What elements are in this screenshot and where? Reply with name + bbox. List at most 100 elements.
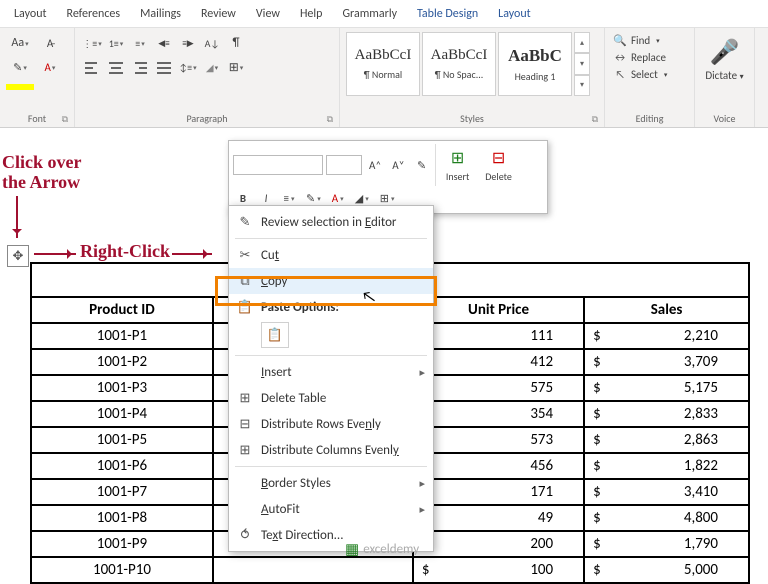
show-marks-button[interactable] — [225, 32, 247, 54]
bullets-button[interactable]: ▾ — [81, 32, 103, 54]
anno-click-over: Click over — [2, 152, 81, 173]
group-styles: AaBbCcI ¶ Normal AaBbCcI ¶ No Spac... Aa… — [340, 28, 605, 127]
delete-table-icon: ⊞ — [235, 391, 255, 406]
context-menu: ✎Review selection in Editor ✂Cut ⧉Copy 📋… — [228, 205, 434, 552]
mini-format-painter[interactable]: ✎ — [412, 155, 432, 175]
group-label-voice: Voice — [713, 110, 735, 125]
ribbon-tabs: Layout References Mailings Review View H… — [0, 0, 768, 28]
ctx-sep3 — [235, 466, 427, 467]
tab-grammarly[interactable]: Grammarly — [332, 3, 407, 25]
align-center-button[interactable] — [105, 56, 127, 78]
mini-font-name[interactable] — [233, 155, 323, 175]
ctx-border-styles[interactable]: Border Styles▸ — [229, 470, 433, 496]
ctx-delete-table[interactable]: ⊞Delete Table — [229, 385, 433, 411]
delete-icon: ⊟ — [492, 148, 505, 168]
ctx-dist-rows[interactable]: ⊟Distribute Rows Evenly — [229, 411, 433, 437]
watermark: ▦exceldemy — [345, 540, 419, 559]
ctx-sep2 — [235, 355, 427, 356]
change-case-button[interactable]: ▾ — [6, 32, 34, 54]
ctx-paste-block: 📋 — [229, 320, 433, 352]
justify-button[interactable] — [153, 56, 175, 78]
mini-insert-button[interactable]: ⊞Insert — [439, 144, 477, 186]
highlight-swatch — [6, 84, 34, 90]
replace-button[interactable]: ↔Replace — [611, 49, 688, 66]
tab-table-design[interactable]: Table Design — [407, 3, 488, 25]
styles-more-icon[interactable]: ▾ — [574, 75, 590, 96]
shading-button[interactable]: ▾ — [201, 56, 223, 78]
styles-down-icon[interactable]: ▾ — [574, 53, 590, 74]
group-voice: 🎤 Dictate ▾ Voice — [695, 28, 755, 127]
style-normal[interactable]: AaBbCcI ¶ Normal — [346, 32, 420, 96]
numbering-button[interactable]: ▾ — [105, 32, 127, 54]
chevron-right-icon-3: ▸ — [419, 503, 425, 516]
table-row[interactable]: 1001-P10$100$5,000 — [31, 557, 749, 583]
ctx-autofit[interactable]: AutoFit▸ — [229, 496, 433, 522]
col-unit-price: Unit Price — [413, 297, 584, 323]
grow-font-button[interactable]: A˄ — [365, 155, 385, 175]
align-left-button[interactable] — [81, 56, 103, 78]
borders-button[interactable]: ▾ — [225, 56, 247, 78]
dist-rows-icon: ⊟ — [235, 417, 255, 432]
mic-icon[interactable]: 🎤 — [710, 38, 740, 67]
anno-arrow-down — [16, 196, 18, 238]
tab-view[interactable]: View — [246, 3, 290, 25]
editor-icon: ✎ — [235, 215, 255, 230]
multilevel-button[interactable]: ▾ — [129, 32, 151, 54]
styles-scroll[interactable]: ▴ ▾ ▾ — [574, 32, 590, 96]
tab-review[interactable]: Review — [191, 3, 246, 25]
paste-icon: 📋 — [235, 300, 255, 315]
style-heading1[interactable]: AaBbC Heading 1 — [498, 32, 572, 96]
highlight-button[interactable]: ✎▾ — [6, 56, 34, 78]
col-sales: Sales — [584, 297, 749, 323]
sort-button[interactable] — [201, 32, 223, 54]
line-spacing-button[interactable]: ▾ — [177, 56, 199, 78]
clear-format-button[interactable]: A̶ — [36, 32, 64, 54]
group-paragraph: ▾ ▾ ▾ ▾ ▾ ▾ Paragraph⧉ — [75, 28, 340, 127]
table-move-handle[interactable]: ✥ — [7, 245, 29, 267]
ctx-insert[interactable]: Insert▸ — [229, 359, 433, 385]
excel-icon: ▦ — [345, 540, 359, 559]
styles-up-icon[interactable]: ▴ — [574, 32, 590, 53]
ctx-paste-options: 📋Paste Options: — [229, 294, 433, 320]
ribbon: ▾ A̶ ✎▾ A▾ Font⧉ ▾ ▾ ▾ ▾ ▾ ▾ Paragr — [0, 28, 768, 128]
select-icon: ↖ — [613, 68, 627, 81]
ctx-review-editor[interactable]: ✎Review selection in Editor — [229, 209, 433, 235]
ctx-sep — [235, 238, 427, 239]
chevron-right-icon-2: ▸ — [419, 477, 425, 490]
style-no-spacing[interactable]: AaBbCcI ¶ No Spac... — [422, 32, 496, 96]
group-label-editing: Editing — [611, 110, 688, 125]
ctx-cut[interactable]: ✂Cut — [229, 242, 433, 268]
decrease-indent-button[interactable] — [153, 32, 175, 54]
insert-icon: ⊞ — [451, 148, 464, 168]
search-icon: 🔍 — [613, 34, 627, 47]
increase-indent-button[interactable] — [177, 32, 199, 54]
tab-help[interactable]: Help — [290, 3, 333, 25]
shrink-font-button[interactable]: A˅ — [388, 155, 408, 175]
mini-font-size[interactable] — [326, 155, 362, 175]
find-button[interactable]: 🔍Find▾ — [611, 32, 688, 49]
dictate-button[interactable]: Dictate ▾ — [705, 69, 743, 82]
group-font: ▾ A̶ ✎▾ A▾ Font⧉ — [0, 28, 75, 127]
group-label-styles: Styles⧉ — [346, 110, 598, 125]
group-label-paragraph: Paragraph⧉ — [81, 110, 333, 125]
paste-option-1[interactable]: 📋 — [261, 322, 289, 348]
tab-layout[interactable]: Layout — [4, 3, 57, 25]
select-button[interactable]: ↖Select▾ — [611, 66, 688, 83]
tab-table-layout[interactable]: Layout — [488, 3, 541, 25]
ctx-dist-cols[interactable]: ⊞Distribute Columns Evenly — [229, 437, 433, 463]
tab-mailings[interactable]: Mailings — [130, 3, 191, 25]
tab-references[interactable]: References — [57, 3, 131, 25]
anno-right-click: Right-Click — [80, 241, 170, 262]
dist-cols-icon: ⊞ — [235, 443, 255, 458]
ctx-copy[interactable]: ⧉Copy — [229, 268, 433, 294]
group-label-font: Font⧉ — [6, 110, 68, 125]
font-color-button[interactable]: A▾ — [36, 56, 64, 78]
anno-arrow-right-2 — [172, 253, 212, 255]
text-direction-icon: ⥀ — [235, 528, 255, 543]
mini-toolbar: A˄ A˅ ✎ ⊞Insert ⊟Delete B I ≡▾ ✎▾ A▾ ◢▾ … — [228, 140, 548, 214]
group-editing: 🔍Find▾ ↔Replace ↖Select▾ Editing — [605, 28, 695, 127]
align-right-button[interactable] — [129, 56, 151, 78]
mini-delete-button[interactable]: ⊟Delete — [480, 144, 518, 186]
replace-icon: ↔ — [613, 51, 627, 64]
cut-icon: ✂ — [235, 248, 255, 263]
